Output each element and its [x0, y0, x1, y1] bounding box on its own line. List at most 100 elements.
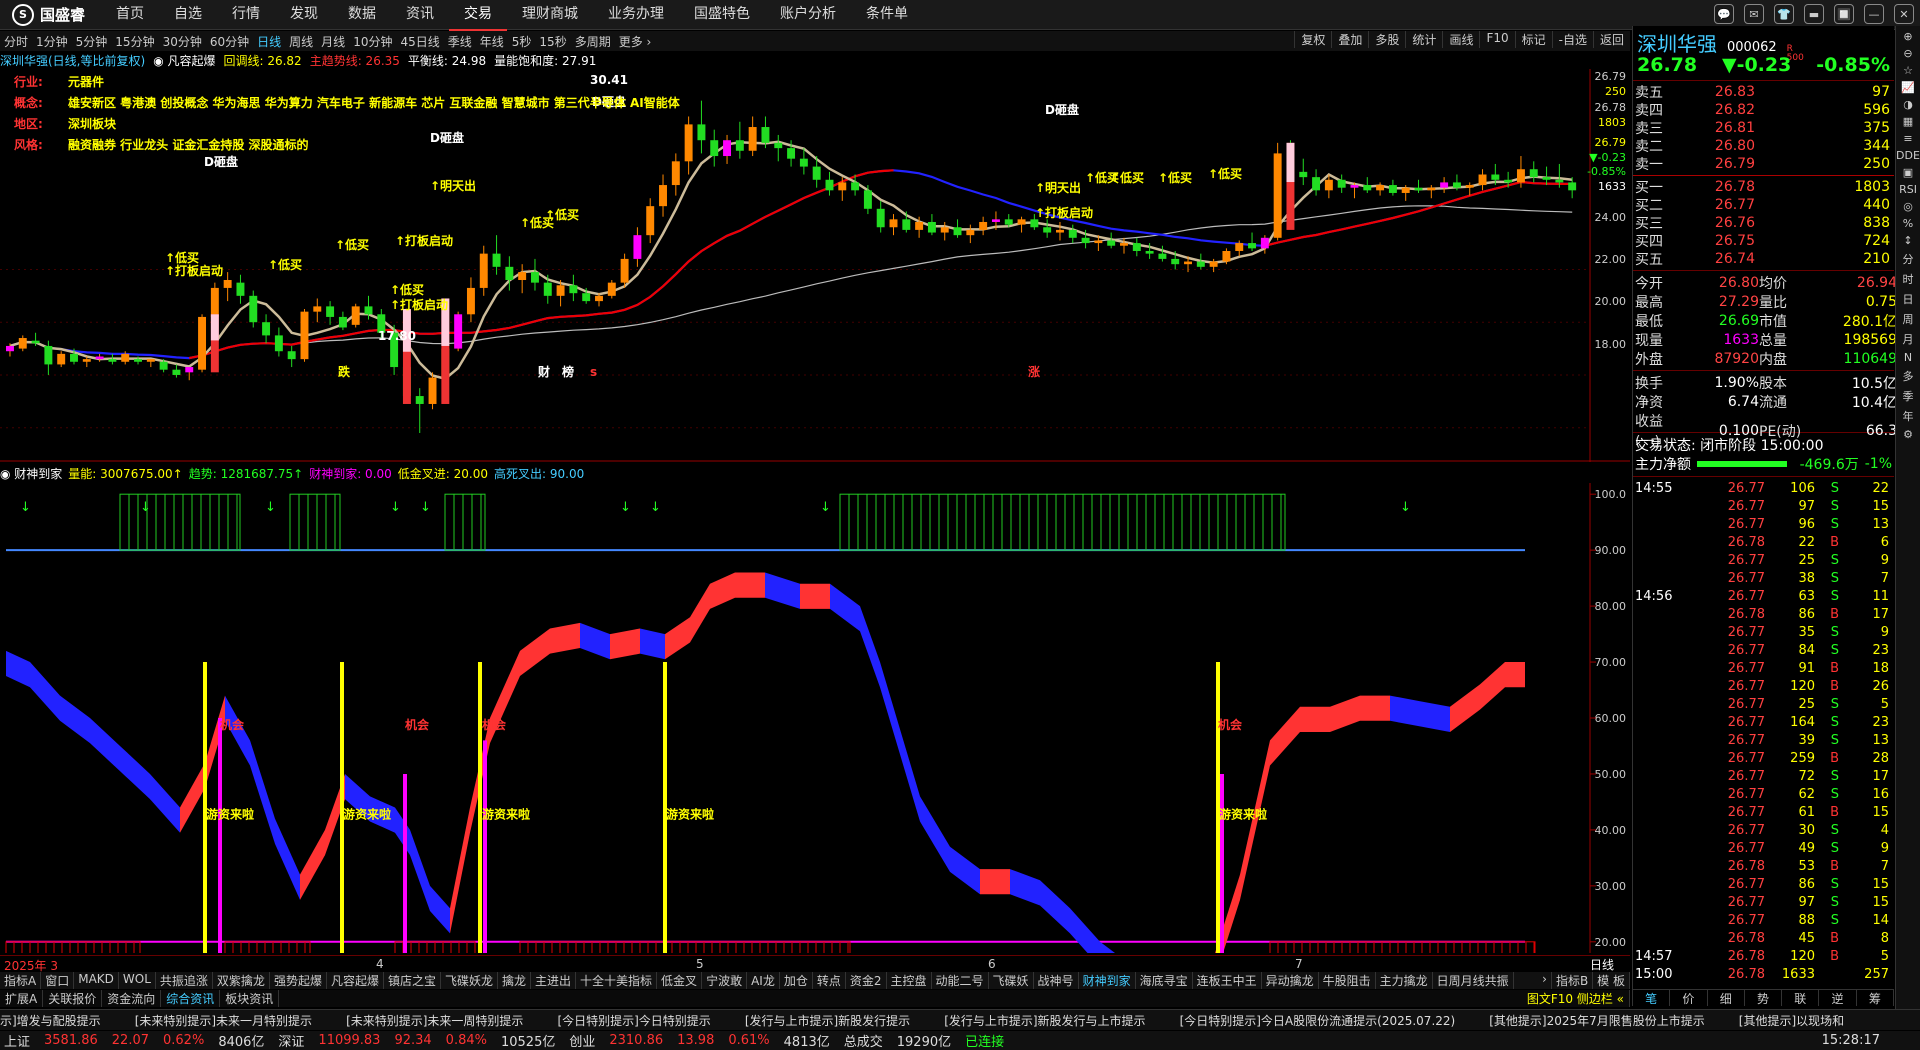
- sidebar-icon-10[interactable]: ◎: [1903, 200, 1913, 213]
- ind-tab-end-1[interactable]: 模 板: [1593, 972, 1630, 989]
- ind-tab-20[interactable]: 动能二号: [932, 972, 989, 989]
- nav-5[interactable]: 资讯: [391, 0, 449, 31]
- detail-tab-3[interactable]: 势: [1745, 990, 1783, 1006]
- ind-tab-8[interactable]: 镇店之宝: [384, 972, 441, 989]
- ind-tab-10[interactable]: 擒龙: [498, 972, 532, 989]
- ticker-item[interactable]: [未来特别提示]未来一周特别提示: [346, 1012, 523, 1029]
- detail-tab-0[interactable]: 笔: [1633, 990, 1671, 1006]
- ind-tab-2[interactable]: MAKD: [74, 972, 119, 989]
- tool-4[interactable]: 画线: [1442, 31, 1479, 48]
- period-2[interactable]: 5分钟: [72, 33, 112, 50]
- ind-tab-1[interactable]: 窗口: [41, 972, 75, 989]
- detail-tab-2[interactable]: 细: [1708, 990, 1745, 1006]
- indicator-chart[interactable]: 100.0 90.00 80.00 70.00 60.00 50.00 40.00 30.00…: [0, 483, 1630, 953]
- ind-tab-15[interactable]: AI龙: [747, 972, 780, 989]
- ind-tab-16[interactable]: 加仓: [780, 972, 813, 989]
- ind-tab-3[interactable]: WOL: [119, 972, 156, 989]
- window-control-icon-2[interactable]: 👕: [1774, 4, 1794, 24]
- ind-tab-7[interactable]: 凡容起爆: [327, 972, 384, 989]
- nav-7[interactable]: 理财商城: [507, 0, 593, 31]
- ind-tab-26[interactable]: 异动擒龙: [1262, 972, 1319, 989]
- nav-2[interactable]: 行情: [217, 0, 275, 31]
- ticker-item[interactable]: [未来特别提示]未来一月特别提示: [135, 1012, 312, 1029]
- nav-3[interactable]: 发现: [275, 0, 333, 31]
- info-tab-2[interactable]: 资金流向: [102, 990, 162, 1007]
- window-control-icon-0[interactable]: 💬: [1714, 4, 1734, 24]
- nav-8[interactable]: 业务办理: [593, 0, 679, 31]
- tool-0[interactable]: 复权: [1294, 31, 1331, 48]
- sidebar-icon-7[interactable]: DDE: [1896, 149, 1920, 162]
- buy-row[interactable]: 买二 26.77 440: [1633, 196, 1894, 214]
- period-3[interactable]: 15分钟: [111, 33, 158, 50]
- window-control-icon-3[interactable]: ▬: [1804, 4, 1824, 24]
- nav-0[interactable]: 首页: [101, 0, 159, 31]
- period-9[interactable]: 10分钟: [349, 33, 396, 50]
- tool-1[interactable]: 叠加: [1331, 31, 1368, 48]
- sidebar-icon-21[interactable]: 年: [1903, 408, 1914, 424]
- tool-6[interactable]: 标记: [1514, 31, 1552, 48]
- ticker-item[interactable]: 示]增发与配股提示: [0, 1012, 101, 1029]
- sidebar-icon-17[interactable]: 月: [1903, 331, 1914, 347]
- tool-8[interactable]: 返回: [1592, 31, 1630, 48]
- ind-tab-24[interactable]: 海底寻宝: [1136, 972, 1193, 989]
- buy-row[interactable]: 买一 26.78 1803: [1633, 178, 1894, 196]
- sell-row[interactable]: 卖三 26.81 375: [1633, 119, 1894, 137]
- period-10[interactable]: 45日线: [396, 33, 443, 50]
- app-logo[interactable]: S 国盛睿: [0, 3, 101, 26]
- side-toggle[interactable]: 图文F10 侧边栏 «: [1522, 990, 1630, 1007]
- nav-6[interactable]: 交易: [449, 0, 508, 31]
- ticker-item[interactable]: [发行与上市提示]新股发行与上市提示: [944, 1012, 1145, 1029]
- buy-row[interactable]: 买五 26.74 210: [1633, 250, 1894, 268]
- ind-tab-29[interactable]: 日周月线共振: [1433, 972, 1514, 989]
- sidebar-icon-22[interactable]: ⚙: [1903, 428, 1913, 441]
- detail-tab-1[interactable]: 价: [1670, 990, 1708, 1006]
- buy-row[interactable]: 买三 26.76 838: [1633, 214, 1894, 232]
- ind-tab-13[interactable]: 低金叉: [657, 972, 703, 989]
- tool-2[interactable]: 多股: [1368, 31, 1405, 48]
- sidebar-icon-6[interactable]: ≡: [1903, 132, 1912, 145]
- ind-tab-4[interactable]: 共振追涨: [156, 972, 213, 989]
- nav-10[interactable]: 账户分析: [765, 0, 851, 31]
- period-0[interactable]: 分时: [0, 33, 32, 50]
- ind-tab-25[interactable]: 连板王中王: [1193, 972, 1262, 989]
- window-control-icon-4[interactable]: 🔲: [1834, 4, 1854, 24]
- period-13[interactable]: 5秒: [508, 33, 536, 50]
- ticker-item[interactable]: [今日特别提示]今日特别提示: [557, 1012, 710, 1029]
- ind-tab-6[interactable]: 强势起爆: [270, 972, 327, 989]
- sell-row[interactable]: 卖二 26.80 344: [1633, 137, 1894, 155]
- sidebar-icon-1[interactable]: ⊖: [1903, 47, 1912, 60]
- sidebar-icon-14[interactable]: 时: [1903, 271, 1914, 287]
- sidebar-icon-13[interactable]: 分: [1903, 251, 1914, 267]
- sidebar-icon-18[interactable]: N: [1904, 351, 1912, 364]
- period-5[interactable]: 60分钟: [206, 33, 253, 50]
- detail-tab-5[interactable]: 逆: [1819, 990, 1857, 1006]
- sell-row[interactable]: 卖四 26.82 596: [1633, 101, 1894, 119]
- info-tab-4[interactable]: 板块资讯: [220, 990, 280, 1007]
- tab-next[interactable]: ›: [1538, 972, 1552, 989]
- indicator-name[interactable]: ◉ 凡容起爆: [153, 52, 215, 69]
- info-tab-3[interactable]: 综合资讯: [161, 990, 221, 1007]
- nav-1[interactable]: 自选: [159, 0, 217, 31]
- period-11[interactable]: 季线: [444, 33, 476, 50]
- sidebar-icon-16[interactable]: 周: [1903, 311, 1914, 327]
- sidebar-icon-20[interactable]: 季: [1903, 388, 1914, 404]
- ind-tab-23[interactable]: 财神到家: [1079, 972, 1136, 989]
- period-12[interactable]: 年线: [476, 33, 508, 50]
- sidebar-icon-4[interactable]: ◑: [1903, 98, 1913, 111]
- sidebar-icon-12[interactable]: ↕: [1903, 234, 1912, 247]
- ind-tab-11[interactable]: 主进出: [531, 972, 577, 989]
- sell-row[interactable]: 卖一 26.79 250: [1633, 155, 1894, 173]
- info-tab-1[interactable]: 关联报价: [43, 990, 103, 1007]
- nav-9[interactable]: 国盛特色: [679, 0, 765, 31]
- ind-tab-21[interactable]: 飞碟妖: [989, 972, 1034, 989]
- info-tab-0[interactable]: 扩展A: [0, 990, 44, 1007]
- period-15[interactable]: 多周期: [571, 33, 615, 50]
- ind-tab-22[interactable]: 战神号: [1034, 972, 1079, 989]
- sidebar-icon-19[interactable]: 多: [1903, 368, 1914, 384]
- nav-11[interactable]: 条件单: [851, 0, 923, 31]
- period-1[interactable]: 1分钟: [32, 33, 72, 50]
- sidebar-icon-2[interactable]: ☆: [1903, 64, 1913, 77]
- ind-tab-end-0[interactable]: 指标B: [1552, 972, 1594, 989]
- detail-tab-6[interactable]: 筹: [1857, 990, 1894, 1006]
- period-14[interactable]: 15秒: [535, 33, 570, 50]
